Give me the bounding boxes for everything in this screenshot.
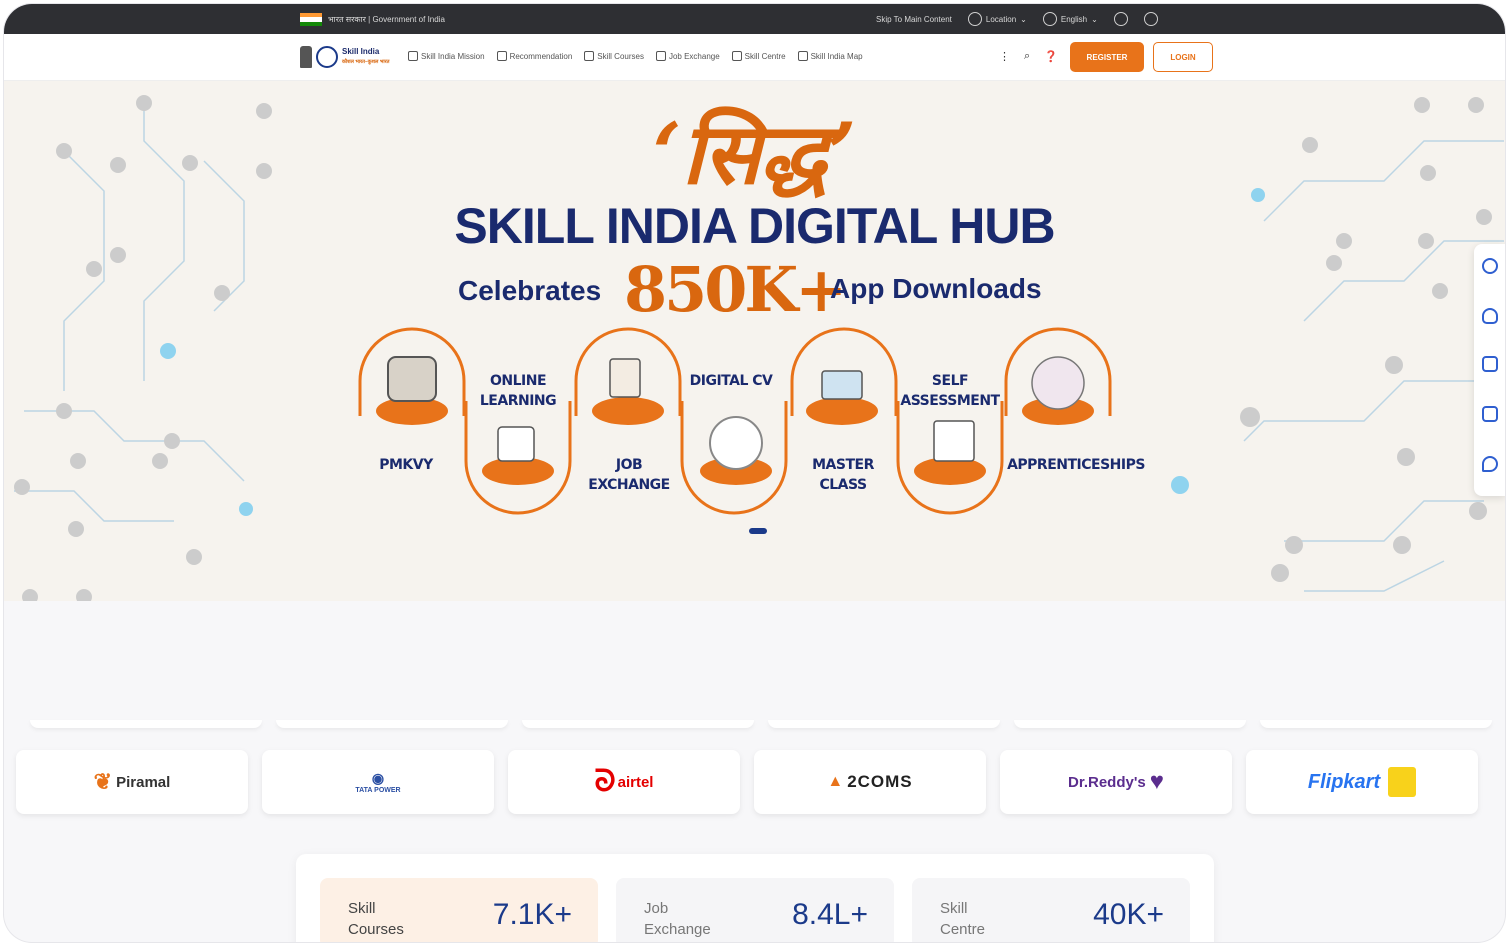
partner-card-piramal[interactable]: ❦ Piramal xyxy=(16,750,248,814)
stat-skill-centre[interactable]: Skill Centre 40K+ xyxy=(912,878,1190,942)
partner-card-2coms[interactable]: ▲ 2COMS xyxy=(754,750,986,814)
partner-name: 2COMS xyxy=(847,772,913,791)
nav-item-recommendation[interactable]: Recommendation xyxy=(497,51,573,61)
contrast-icon[interactable] xyxy=(1143,12,1158,26)
stat-value: 7.1K+ xyxy=(492,898,572,931)
location-pin-icon xyxy=(967,12,982,26)
login-button[interactable]: LOGIN xyxy=(1153,42,1213,72)
tata-logo-icon: ◉ xyxy=(371,770,385,786)
language-label: English xyxy=(1060,14,1088,24)
feature-arcs xyxy=(358,327,1112,515)
logo-subtitle: कौशल भारत–कुशल भारत xyxy=(342,59,390,65)
bulb-icon[interactable] xyxy=(1482,308,1498,324)
stats-card: Skill Courses 7.1K+ Job Exchange 8.4L+ S… xyxy=(296,854,1214,942)
hero-banner[interactable]: ‘सिद्ध’ SKILL INDIA DIGITAL HUB Celebrat… xyxy=(4,81,1505,601)
location-label: Location xyxy=(985,14,1017,24)
browser-frame: भारत सरकार | Government of India Skip To… xyxy=(4,4,1505,942)
accessibility-icon[interactable] xyxy=(1113,12,1128,26)
job-search-icon xyxy=(592,397,664,425)
feature-job-exchange[interactable]: JOB EXCHANGE xyxy=(582,455,676,495)
globe-icon xyxy=(1042,12,1057,26)
nav-item-skill-centre[interactable]: Skill Centre xyxy=(732,51,786,61)
dr-reddys-heart-icon: ♥ xyxy=(1149,768,1164,795)
feature-online-learning[interactable]: ONLINE LEARNING xyxy=(472,371,564,411)
location-selector[interactable]: Location ⌄ xyxy=(967,12,1027,26)
skill-india-logo-icon xyxy=(316,46,338,68)
india-flag-icon xyxy=(300,13,322,26)
partner-card-airtel[interactable]: ᘐ airtel xyxy=(508,750,740,814)
feature-digital-cv[interactable]: DIGITAL CV xyxy=(688,371,774,391)
feature-master-class[interactable]: MASTER CLASS xyxy=(800,455,886,495)
government-label: भारत सरकार | Government of India xyxy=(328,15,445,24)
partner-row-upper xyxy=(4,720,1505,730)
more-vertical-icon[interactable]: ⋮ xyxy=(999,50,1010,63)
national-emblem-icon xyxy=(300,46,312,68)
stat-value: 40K+ xyxy=(1093,898,1164,931)
partner-card-flipkart[interactable]: Flipkart xyxy=(1246,750,1478,814)
piramal-logo-icon: ❦ xyxy=(93,769,113,794)
chat-icon[interactable] xyxy=(1482,456,1498,472)
stat-label: Skill Courses xyxy=(348,900,404,938)
nav-item-job-exchange[interactable]: Job Exchange xyxy=(656,51,720,61)
chevron-down-icon: ⌄ xyxy=(1091,14,1098,24)
feature-pmkvy[interactable]: PMKVY xyxy=(360,455,452,475)
calendar-icon[interactable] xyxy=(1482,356,1498,372)
2coms-logo-icon: ▲ xyxy=(827,773,844,790)
skip-to-content-link[interactable]: Skip To Main Content xyxy=(876,15,952,24)
feature-apprenticeships[interactable]: APPRENTICESHIPS xyxy=(1006,455,1146,475)
nav-item-skill-india-mission[interactable]: Skill India Mission xyxy=(408,51,485,61)
flipkart-bag-icon xyxy=(1388,767,1417,797)
search-icon[interactable]: ⌕ xyxy=(1024,50,1030,63)
stat-label: Skill Centre xyxy=(940,900,986,938)
partner-name: Dr.Reddy's xyxy=(1067,773,1146,791)
register-button[interactable]: REGISTER xyxy=(1070,42,1144,72)
stat-label: Job Exchange xyxy=(644,900,711,938)
stat-value: 8.4L+ xyxy=(792,898,868,931)
partner-card-tata-power[interactable]: ◉ TATA POWER xyxy=(262,750,494,814)
stat-skill-courses[interactable]: Skill Courses 7.1K+ xyxy=(320,878,598,942)
phone-icon[interactable] xyxy=(1482,258,1498,274)
partner-name: Flipkart xyxy=(1307,770,1381,793)
feature-self-assessment[interactable]: SELF ASSESSMENT xyxy=(898,371,1002,411)
main-navigation: Skill India कौशल भारत–कुशल भारत Skill In… xyxy=(4,34,1505,81)
presentation-icon xyxy=(806,397,878,425)
partner-name: Piramal xyxy=(116,773,171,791)
gallery-icon[interactable] xyxy=(1482,406,1498,422)
nav-menu: Skill India Mission Recommendation Skill… xyxy=(408,51,863,61)
help-icon[interactable]: ❓ xyxy=(1044,50,1058,63)
partner-card-dr-reddys[interactable]: Dr.Reddy's ♥ xyxy=(1000,750,1232,814)
stat-job-exchange[interactable]: Job Exchange 8.4L+ xyxy=(616,878,894,942)
nav-item-skill-india-map[interactable]: Skill India Map xyxy=(798,51,863,61)
chevron-down-icon: ⌄ xyxy=(1020,14,1027,24)
site-logo[interactable]: Skill India कौशल भारत–कुशल भारत xyxy=(300,46,390,68)
partner-name: airtel xyxy=(617,773,654,791)
tools-icon-box xyxy=(387,356,437,402)
airtel-logo-icon: ᘐ xyxy=(594,765,616,798)
floating-side-rail xyxy=(1474,244,1505,496)
partner-name: TATA POWER xyxy=(355,787,401,794)
nav-item-skill-courses[interactable]: Skill Courses xyxy=(584,51,644,61)
carousel-dot-active[interactable] xyxy=(749,528,767,534)
government-bar: भारत सरकार | Government of India Skip To… xyxy=(4,4,1505,34)
logo-title: Skill India xyxy=(342,47,380,56)
language-selector[interactable]: English ⌄ xyxy=(1042,12,1098,26)
